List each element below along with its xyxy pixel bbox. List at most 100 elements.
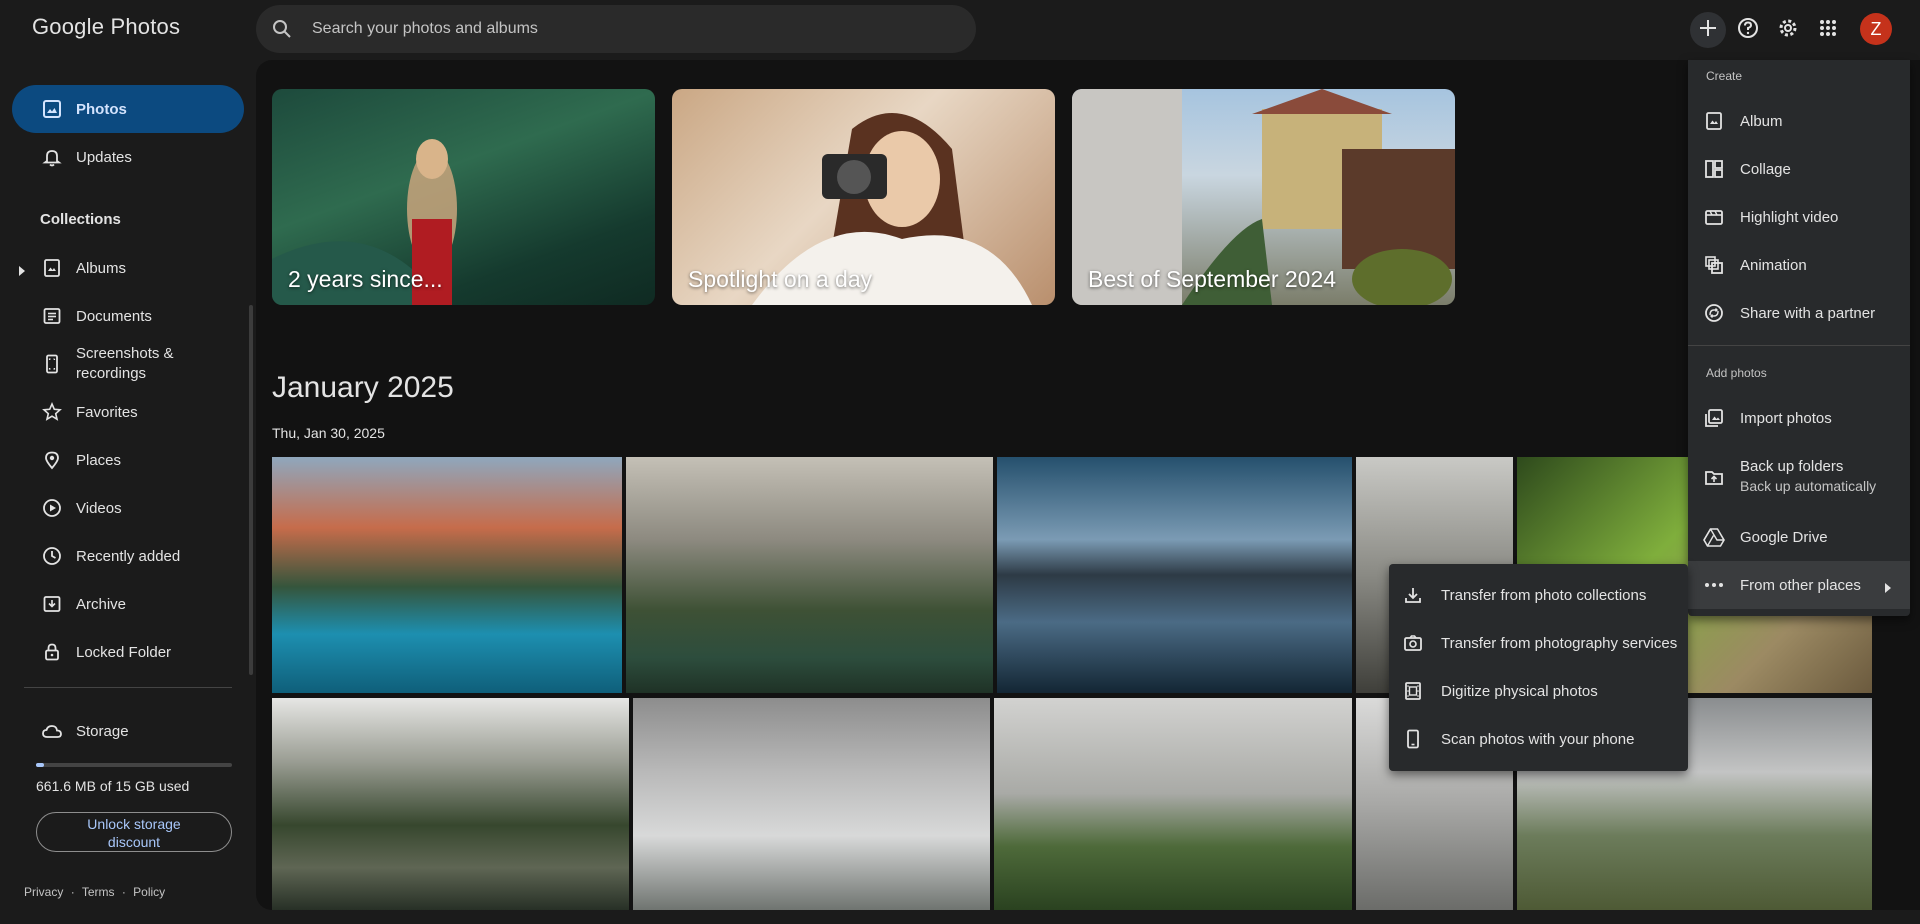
account-avatar[interactable]: Z [1860,13,1892,45]
storage-used-text: 661.6 MB of 15 GB used [36,778,190,794]
sidebar-item-documents[interactable]: Documents [12,292,244,340]
submenu-item-transfer-photography-services[interactable]: Transfer from photography services [1389,619,1688,667]
unlock-storage-discount-label: Unlock storage discount [87,816,181,850]
pin-icon [40,448,64,472]
sidebar-item-updates[interactable]: Updates [12,133,244,181]
sidebar-item-photos[interactable]: Photos [12,85,244,133]
top-bar: Google Photos Search your photos and alb… [0,0,1920,60]
google-photos-logo[interactable]: Google Photos [32,14,180,40]
date-heading: Thu, Jan 30, 2025 [272,425,385,441]
help-button[interactable] [1730,12,1766,48]
menu-item-collage[interactable]: Collage [1688,145,1910,193]
submenu-item-scan-photos-phone[interactable]: Scan photos with your phone [1389,715,1688,763]
more-horiz-icon [1702,573,1726,597]
sidebar-item-label: Locked Folder [76,643,172,661]
sidebar-item-label: Updates [76,148,132,166]
photo-thumbnail[interactable] [272,457,622,693]
search-input[interactable]: Search your photos and albums [312,20,538,38]
memory-title: 2 years since... [288,266,443,292]
sidebar-item-recently-added[interactable]: Recently added [12,532,244,580]
menu-divider [1688,345,1910,346]
submenu-item-label: Transfer from photo collections [1441,586,1647,604]
submenu-item-label: Digitize physical photos [1441,682,1598,700]
photo-thumbnail[interactable] [994,698,1352,910]
settings-button[interactable] [1770,12,1806,48]
sidebar-item-label: Screenshots & recordings [76,345,174,382]
sidebar-item-label: Favorites [76,403,138,421]
add-photos-section-title: Add photos [1706,366,1767,380]
menu-item-label: Animation [1740,256,1807,274]
download-icon [1401,583,1425,607]
unlock-storage-discount-button[interactable]: Unlock storage discount [36,812,232,852]
footer-links: Privacy · Terms · Policy [24,885,169,899]
apps-grid-icon [1819,19,1837,42]
play-icon [40,496,64,520]
footer-separator: · [70,885,75,899]
search-icon[interactable] [270,17,294,41]
submenu-item-label: Scan photos with your phone [1441,730,1635,748]
sidebar-item-label: Recently added [76,547,181,565]
menu-item-label: Back up folders [1740,458,1844,475]
storage-progress-fill [36,763,44,767]
memory-card[interactable]: Spotlight on a day [672,89,1055,305]
menu-item-import-photos[interactable]: Import photos [1688,394,1910,442]
sidebar-scrollbar[interactable] [249,305,253,675]
sidebar-item-locked-folder[interactable]: Locked Folder [12,628,244,676]
sidebar-item-archive[interactable]: Archive [12,580,244,628]
sidebar-divider [24,687,232,688]
clock-icon [40,544,64,568]
menu-item-sublabel: Back up automatically [1740,478,1877,494]
star-icon [40,400,64,424]
sidebar: Photos Updates Collections Albums Docume… [0,60,256,924]
sidebar-item-favorites[interactable]: Favorites [12,388,244,436]
other-places-submenu: Transfer from photo collections Transfer… [1389,564,1688,771]
memory-title: Best of September 2024 [1088,266,1337,292]
sidebar-item-storage[interactable]: Storage [12,707,244,755]
menu-item-google-drive[interactable]: Google Drive [1688,513,1910,561]
menu-item-label: From other places [1740,576,1861,594]
memory-title: Spotlight on a day [688,266,873,292]
phone-icon [1401,727,1425,751]
memory-card[interactable]: 2 years since... [272,89,655,305]
sidebar-item-albums[interactable]: Albums [12,244,244,292]
sidebar-item-label: Places [76,451,122,469]
menu-item-label: Album [1740,112,1783,130]
sidebar-item-label: Albums [76,259,127,277]
terms-link[interactable]: Terms [82,885,115,899]
month-heading: January 2025 [272,371,454,404]
photo-icon [40,97,64,121]
cloud-icon [40,719,64,743]
submenu-item-digitize-physical-photos[interactable]: Digitize physical photos [1389,667,1688,715]
menu-item-label: Highlight video [1740,208,1839,226]
sidebar-item-places[interactable]: Places [12,436,244,484]
menu-item-back-up-folders[interactable]: Back up folders Back up automatically [1688,450,1910,506]
sidebar-item-screenshots[interactable]: Screenshots & recordings [12,340,244,388]
menu-item-album[interactable]: Album [1688,97,1910,145]
menu-item-animation[interactable]: Animation [1688,241,1910,289]
apps-button[interactable] [1810,12,1846,48]
menu-item-highlight-video[interactable]: Highlight video [1688,193,1910,241]
footer-separator: · [121,885,126,899]
policy-link[interactable]: Policy [133,885,165,899]
submenu-item-transfer-photo-collections[interactable]: Transfer from photo collections [1389,571,1688,619]
memory-card[interactable]: Best of September 2024 [1072,89,1455,305]
menu-item-label: Share with a partner [1740,304,1876,322]
album-icon [40,256,64,280]
search-bar[interactable]: Search your photos and albums [256,5,976,53]
menu-item-from-other-places[interactable]: From other places [1688,561,1910,609]
create-button[interactable] [1690,12,1726,48]
phone-screenshot-icon [40,352,64,376]
photo-thumbnail[interactable] [997,457,1352,693]
create-section-title: Create [1706,69,1743,83]
chevron-right-icon [1884,580,1892,598]
photo-thumbnail[interactable] [626,457,993,693]
sidebar-item-label: Storage [76,722,129,740]
photo-thumbnail[interactable] [272,698,629,910]
sidebar-item-videos[interactable]: Videos [12,484,244,532]
collections-heading: Collections [40,211,121,228]
photo-thumbnail[interactable] [633,698,990,910]
menu-item-label: Collage [1740,160,1791,178]
drive-icon [1702,525,1726,549]
privacy-link[interactable]: Privacy [24,885,63,899]
menu-item-share-with-partner[interactable]: Share with a partner [1688,289,1910,337]
